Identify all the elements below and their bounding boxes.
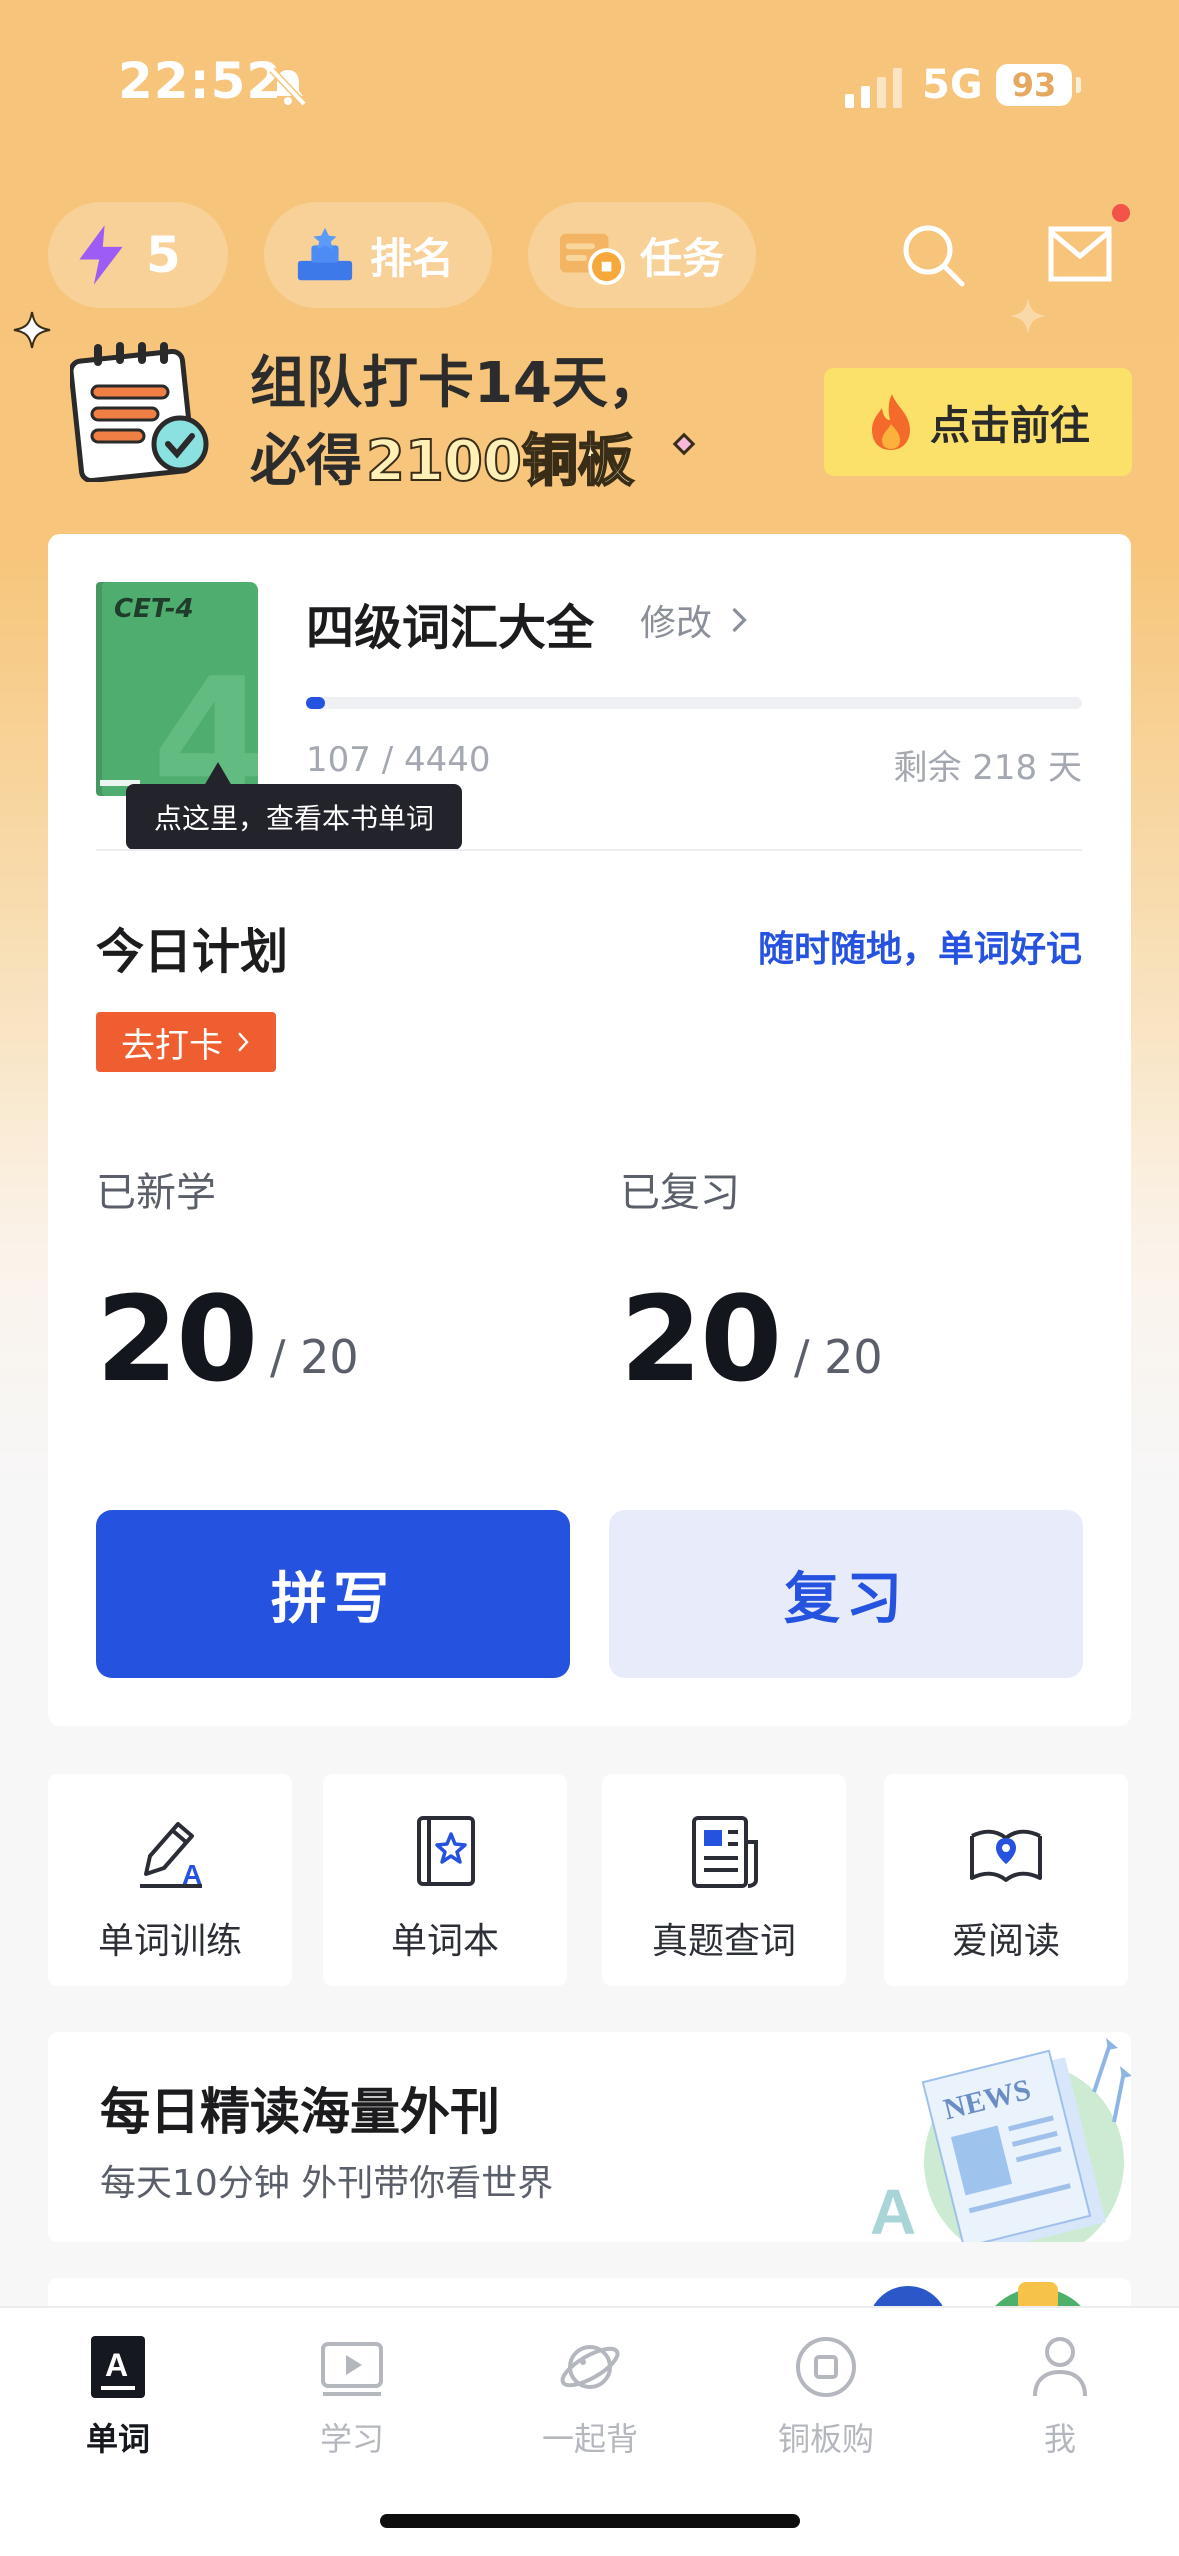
- tab-label: 学习: [319, 2420, 384, 2458]
- illus-letter-a: A: [870, 2176, 916, 2242]
- task-coin-icon: [560, 233, 625, 286]
- newspaper-illustration-icon: NEWS A: [870, 2038, 1131, 2242]
- chevron-right-icon: [238, 1032, 249, 1052]
- promo-go-button[interactable]: 点击前往: [824, 368, 1132, 476]
- book-level: CET-4: [114, 594, 194, 624]
- checkin-button[interactable]: 去打卡: [96, 1012, 276, 1072]
- status-time: 22:52: [118, 52, 283, 110]
- book-progress-bar: [306, 697, 1082, 709]
- newspaper-icon: [692, 1816, 758, 1888]
- tool-label: 单词本: [390, 1921, 499, 1962]
- flame-icon: [872, 394, 910, 450]
- book-tooltip: 点这里，查看本书单词: [126, 784, 462, 850]
- book-cover[interactable]: CET-4 4: [96, 582, 258, 796]
- coin-icon: [796, 2337, 856, 2397]
- review-button[interactable]: 复习: [609, 1510, 1083, 1678]
- tab-coin-shop[interactable]: 铜板购: [726, 2334, 926, 2484]
- planet-icon: [560, 2345, 620, 2389]
- play-screen-icon: [321, 2342, 383, 2396]
- signal-icon: [845, 68, 902, 108]
- podium-icon: [297, 227, 353, 281]
- tab-words[interactable]: A 单词: [18, 2334, 218, 2484]
- sparkle-icon: [13, 311, 51, 349]
- plan-slogan[interactable]: 随时随地，单词好记: [758, 920, 1082, 972]
- spell-button[interactable]: 拼写: [96, 1510, 570, 1678]
- reviewed-value: 20: [620, 1270, 782, 1408]
- promo-prefix: 必得: [250, 429, 362, 494]
- tool-word-training[interactable]: A 单词训练: [48, 1774, 292, 1986]
- wordbook-star-icon: [417, 1816, 475, 1886]
- task-pill[interactable]: 任务: [528, 202, 756, 308]
- tool-label: 真题查词: [651, 1921, 796, 1962]
- lightning-icon: [79, 225, 123, 285]
- rank-label: 排名: [370, 233, 455, 283]
- tab-label: 一起背: [541, 2420, 638, 2458]
- tab-together[interactable]: 一起背: [490, 2334, 690, 2484]
- sparkle-faint-icon: [1010, 298, 1046, 334]
- reading-subtitle: 每天10分钟 外刊带你看世界: [100, 2163, 554, 2204]
- checkin-notebook-icon: [70, 342, 209, 482]
- bell-muted-icon: [269, 67, 307, 107]
- svg-text:A: A: [105, 2347, 128, 2383]
- mail-icon[interactable]: [1048, 226, 1112, 282]
- tab-me[interactable]: 我: [960, 2334, 1160, 2484]
- reviewed-total: / 20: [794, 1330, 883, 1384]
- promo-line2: 必得 2100铜板: [250, 416, 635, 497]
- tab-label: 我: [1043, 2420, 1076, 2458]
- tool-reading[interactable]: 爱阅读: [884, 1774, 1128, 1986]
- status-bar: 22:52 5G 93: [0, 0, 1179, 170]
- word-a-icon: A: [91, 2336, 145, 2398]
- tool-wordbook[interactable]: 单词本: [323, 1774, 567, 1986]
- promo-line1: 组队打卡14天，: [250, 351, 664, 416]
- tool-label: 单词训练: [97, 1921, 242, 1962]
- open-book-location-icon: [970, 1829, 1042, 1882]
- tool-label: 爱阅读: [951, 1921, 1060, 1962]
- new-learned-label: 已新学: [96, 1170, 216, 1216]
- chevron-right-icon: [732, 607, 747, 633]
- progress-count: 107 / 4440: [306, 740, 491, 780]
- reviewed-label: 已复习: [620, 1170, 740, 1216]
- search-icon[interactable]: [900, 222, 966, 288]
- book-title[interactable]: 四级词汇大全: [306, 588, 594, 658]
- rank-pill[interactable]: 排名: [264, 202, 492, 308]
- diamond-decoration: [672, 432, 696, 456]
- reading-banner[interactable]: 每日精读海量外刊 每天10分钟 外刊带你看世界 NEWS A: [48, 2032, 1131, 2242]
- edit-label: 修改: [640, 603, 713, 644]
- book-progress-fill: [306, 697, 325, 709]
- edit-book-link[interactable]: 修改: [640, 594, 750, 646]
- tab-learn[interactable]: 学习: [252, 2334, 452, 2484]
- network-label: 5G: [922, 62, 983, 108]
- new-learned-value: 20: [96, 1270, 258, 1408]
- energy-pill[interactable]: 5: [48, 202, 228, 308]
- battery-tip: [1076, 77, 1081, 93]
- tooltip-arrow: [204, 762, 232, 786]
- promo-reward: 2100铜板: [365, 428, 635, 495]
- tab-label: 单词: [85, 2420, 150, 2458]
- tool-exam-lookup[interactable]: 真题查词: [602, 1774, 846, 1986]
- new-learned-total: / 20: [270, 1330, 359, 1384]
- checkin-label: 去打卡: [121, 1025, 223, 1066]
- reading-title: 每日精读海量外刊: [100, 2083, 500, 2141]
- home-indicator: [380, 2514, 800, 2528]
- pencil-letter-icon: A: [140, 1822, 202, 1890]
- remaining-days: 剩余 218 天: [893, 748, 1082, 788]
- energy-count: 5: [146, 226, 181, 284]
- plan-title: 今日计划: [96, 924, 289, 980]
- battery-indicator: 93: [996, 64, 1072, 106]
- app-screen: 22:52 5G 93 5 排名 任务 组队打卡14天， 必得 2100铜板 点…: [0, 0, 1179, 2556]
- task-label: 任务: [640, 233, 725, 283]
- card-divider: [96, 849, 1082, 851]
- person-icon: [1033, 2337, 1087, 2397]
- promo-cta-label: 点击前往: [930, 403, 1090, 449]
- tab-label: 铜板购: [777, 2420, 874, 2458]
- unread-dot: [1112, 204, 1130, 222]
